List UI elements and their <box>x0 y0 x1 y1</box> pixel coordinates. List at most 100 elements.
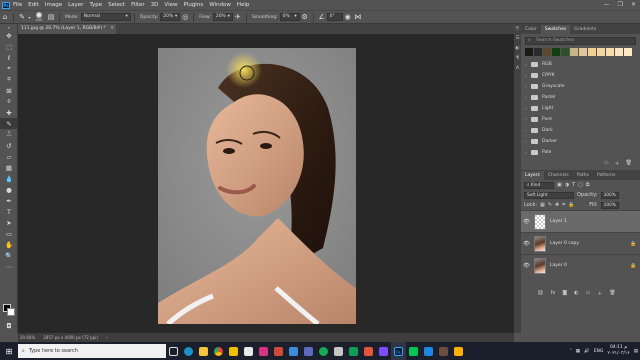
adjustments-panel-icon[interactable]: ◐ <box>514 44 521 54</box>
visibility-eye-icon[interactable]: 👁 <box>521 241 532 247</box>
close-icon[interactable]: ✕ <box>110 26 114 31</box>
swatch-color-cell[interactable] <box>570 48 579 56</box>
properties-panel-icon[interactable]: ☰ <box>514 34 521 44</box>
app-icon[interactable] <box>316 342 331 360</box>
swatch-color-cell[interactable] <box>534 48 543 56</box>
swatch-group-cmyk[interactable]: › CMYK <box>521 70 640 81</box>
eyedropper-tool-icon[interactable]: ⌽ <box>0 96 18 107</box>
swatch-color-cell[interactable] <box>624 48 633 56</box>
taskbar-search-box[interactable]: ⌕ Type here to search <box>18 344 166 358</box>
add-mask-icon[interactable]: ◙ <box>562 290 567 296</box>
menu-3d[interactable]: 3D <box>151 2 159 8</box>
lock-position-icon[interactable]: ✥ <box>555 202 559 208</box>
crop-tool-icon[interactable]: ⌗ <box>0 74 18 85</box>
swatch-color-cell[interactable] <box>615 48 624 56</box>
lasso-tool-icon[interactable]: ℓ <box>0 52 18 63</box>
history-brush-tool-icon[interactable]: ↺ <box>0 140 18 151</box>
paragraph-panel-icon[interactable]: ¶ <box>514 54 521 64</box>
app-icon[interactable] <box>271 342 286 360</box>
close-icon[interactable]: ✕ <box>631 1 636 8</box>
menu-window[interactable]: Window <box>209 2 231 8</box>
filter-shape-icon[interactable]: ▢ <box>578 182 583 188</box>
app-icon[interactable] <box>301 342 316 360</box>
app-icon[interactable] <box>451 342 466 360</box>
opacity-field[interactable]: 20% ▾ <box>160 13 181 21</box>
maximize-icon[interactable]: ❐ <box>618 1 623 8</box>
document-canvas[interactable] <box>158 48 356 324</box>
swatch-group-pure[interactable]: › Pure <box>521 114 640 125</box>
healing-brush-tool-icon[interactable]: ✚ <box>0 107 18 118</box>
visibility-eye-icon[interactable]: 👁 <box>521 219 532 225</box>
mode-select[interactable]: Normal ▾ <box>80 13 131 21</box>
layer-name[interactable]: Layer 0 copy <box>550 241 630 246</box>
fill-field[interactable]: 100% <box>600 201 619 209</box>
menu-layer[interactable]: Layer <box>68 2 83 8</box>
chrome-app-icon[interactable] <box>211 342 226 360</box>
new-swatch-plus-icon[interactable]: ＋ <box>615 160 620 167</box>
pen-tool-icon[interactable]: ✒ <box>0 195 18 206</box>
smoothing-options-gear-icon[interactable]: ⚙ <box>300 12 310 22</box>
app-icon[interactable] <box>421 342 436 360</box>
clone-stamp-tool-icon[interactable]: ⎍ <box>0 129 18 140</box>
tab-paths[interactable]: Paths <box>573 171 593 180</box>
app-icon[interactable] <box>256 342 271 360</box>
menu-view[interactable]: View <box>164 2 177 8</box>
rectangle-tool-icon[interactable]: ▭ <box>0 228 18 239</box>
delete-trash-icon[interactable]: 🗑 <box>626 160 632 166</box>
swatch-color-cell[interactable] <box>597 48 606 56</box>
tab-patterns[interactable]: Patterns <box>593 171 620 180</box>
tab-layers[interactable]: Layers <box>521 171 544 180</box>
eraser-tool-icon[interactable]: ▱ <box>0 151 18 162</box>
swatch-color-cell[interactable] <box>525 48 534 56</box>
tab-gradients[interactable]: Gradients <box>570 25 600 34</box>
tab-color[interactable]: Color <box>521 25 541 34</box>
swatch-group-grayscale[interactable]: › Grayscale <box>521 81 640 92</box>
type-tool-icon[interactable]: T <box>0 206 18 217</box>
app-icon[interactable] <box>361 342 376 360</box>
menu-plugins[interactable]: Plugins <box>183 2 203 8</box>
windows-start-icon[interactable]: ⊞ <box>0 342 18 360</box>
airbrush-icon[interactable]: ✈ <box>233 12 243 22</box>
layer-opacity-field[interactable]: 100% <box>600 191 619 199</box>
layer-row[interactable]: 👁 Layer 1 <box>521 210 640 232</box>
move-tool-icon[interactable]: ✥ <box>0 30 18 41</box>
frame-tool-icon[interactable]: ⊠ <box>0 85 18 96</box>
symmetry-butterfly-icon[interactable]: ⋈ <box>353 12 363 22</box>
filter-type-icon[interactable]: T <box>572 182 575 188</box>
link-layers-icon[interactable]: ⛓ <box>537 290 543 296</box>
document-tab[interactable]: 111.jpg @ 20.7% (Layer 1, RGB/8#) * ✕ <box>18 24 116 34</box>
app-icon[interactable] <box>226 342 241 360</box>
volume-icon[interactable]: 🔊 <box>584 349 590 354</box>
lock-artboard-icon[interactable]: ⌗ <box>562 202 565 208</box>
pressure-size-icon[interactable]: ◉ <box>343 12 353 22</box>
hand-tool-icon[interactable]: ✋ <box>0 239 18 250</box>
layer-row[interactable]: 👁 Layer 0 copy 🔒 <box>521 232 640 254</box>
new-group-folder-icon[interactable]: ▭ <box>604 160 609 166</box>
file-explorer-app-icon[interactable] <box>196 342 211 360</box>
tab-channels[interactable]: Channels <box>544 171 573 180</box>
swatch-group-light[interactable]: › Light <box>521 103 640 114</box>
notifications-icon[interactable]: ▤ <box>634 349 638 354</box>
swatch-group-rgb[interactable]: › RGB <box>521 59 640 70</box>
angle-field[interactable]: 0° <box>326 13 343 21</box>
swatches-search-input[interactable]: ⌕ Search Swatches <box>525 37 636 45</box>
swatch-group-darker[interactable]: › Darker <box>521 136 640 147</box>
swatch-group-pastel[interactable]: › Pastel <box>521 92 640 103</box>
new-group-folder-icon[interactable]: ▭ <box>586 290 591 296</box>
layer-name[interactable]: Layer 1 <box>550 219 640 224</box>
status-arrow-icon[interactable]: › <box>106 335 108 340</box>
app-icon[interactable] <box>406 342 421 360</box>
menu-help[interactable]: Help <box>237 2 250 8</box>
brush-preset-picker[interactable]: 200 <box>32 11 46 23</box>
menu-file[interactable]: File <box>13 2 22 8</box>
lock-transparency-icon[interactable]: ▦ <box>540 202 545 208</box>
app-icon[interactable] <box>331 342 346 360</box>
filter-kind-select[interactable]: ⌕ Kind <box>524 181 554 189</box>
app-icon[interactable] <box>376 342 391 360</box>
menu-filter[interactable]: Filter <box>131 2 145 8</box>
dodge-tool-icon[interactable]: ● <box>0 184 18 195</box>
zoom-level[interactable]: 20.66% <box>20 335 35 340</box>
filter-pixel-icon[interactable]: ▣ <box>557 182 562 188</box>
smoothing-field[interactable]: 0% ▾ <box>279 13 300 21</box>
network-icon[interactable]: ▦ <box>576 349 580 354</box>
